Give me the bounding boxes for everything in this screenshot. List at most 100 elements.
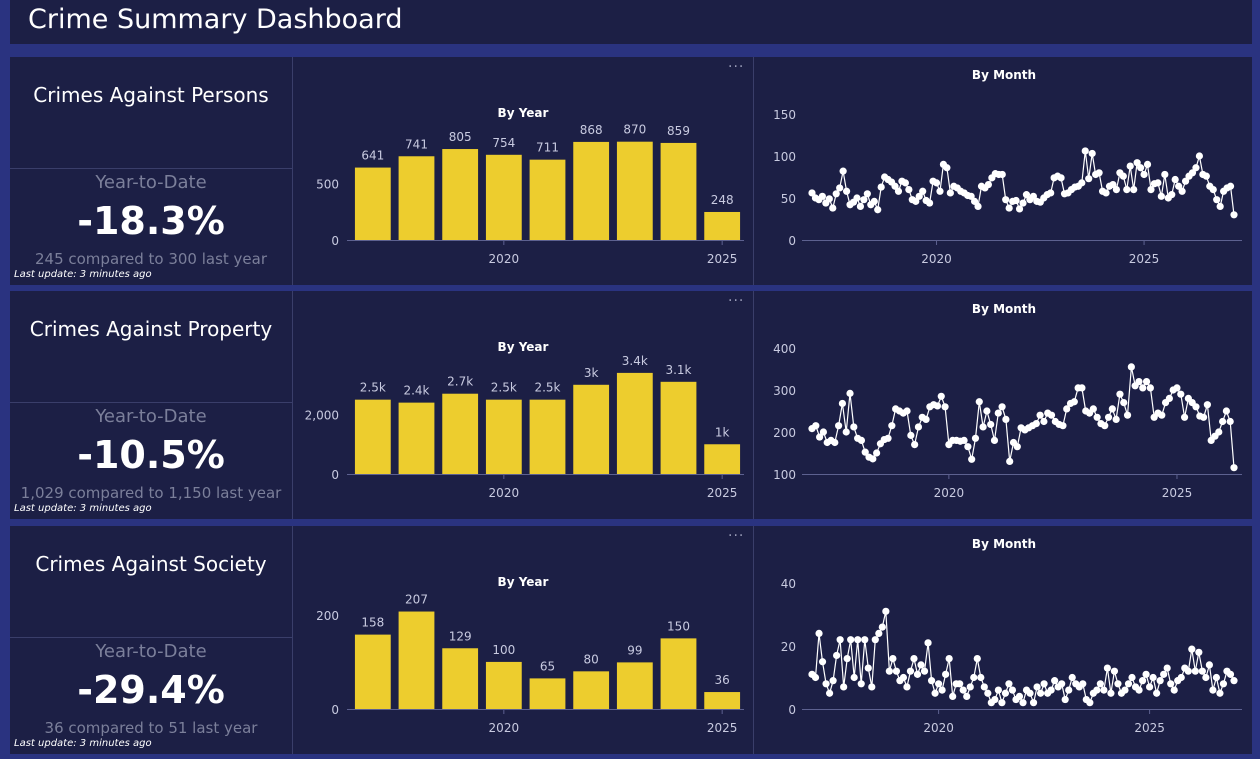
data-point[interactable] bbox=[1202, 172, 1210, 180]
data-point[interactable] bbox=[870, 197, 878, 205]
data-point[interactable] bbox=[850, 423, 858, 431]
data-point[interactable] bbox=[1127, 363, 1135, 371]
bar[interactable] bbox=[442, 149, 479, 240]
data-point[interactable] bbox=[1218, 417, 1227, 426]
data-point[interactable] bbox=[1195, 152, 1204, 160]
data-point[interactable] bbox=[1199, 413, 1208, 421]
data-point[interactable] bbox=[911, 441, 919, 449]
data-point[interactable] bbox=[1191, 667, 1199, 675]
data-point[interactable] bbox=[946, 189, 954, 197]
data-point[interactable] bbox=[1156, 677, 1164, 685]
data-point[interactable] bbox=[1070, 398, 1078, 406]
data-point[interactable] bbox=[842, 428, 850, 436]
bar[interactable] bbox=[616, 662, 653, 709]
data-point[interactable] bbox=[998, 699, 1006, 707]
data-point[interactable] bbox=[1146, 384, 1154, 392]
data-point[interactable] bbox=[1205, 661, 1213, 669]
data-point[interactable] bbox=[1192, 164, 1200, 172]
data-point[interactable] bbox=[1135, 378, 1143, 386]
data-point[interactable] bbox=[980, 683, 988, 691]
data-point[interactable] bbox=[836, 636, 844, 644]
bar[interactable] bbox=[529, 399, 566, 474]
data-point[interactable] bbox=[892, 667, 900, 675]
data-point[interactable] bbox=[914, 423, 923, 431]
data-point[interactable] bbox=[1124, 680, 1133, 688]
bar[interactable] bbox=[660, 381, 697, 474]
data-point[interactable] bbox=[927, 677, 936, 685]
data-point[interactable] bbox=[983, 407, 991, 415]
data-point[interactable] bbox=[1036, 689, 1045, 697]
data-point[interactable] bbox=[1230, 677, 1238, 685]
data-point[interactable] bbox=[1171, 175, 1179, 184]
data-point[interactable] bbox=[1167, 680, 1175, 688]
data-point[interactable] bbox=[811, 673, 820, 682]
data-point[interactable] bbox=[1036, 411, 1044, 419]
data-point[interactable] bbox=[1170, 686, 1178, 694]
data-point[interactable] bbox=[1139, 384, 1147, 392]
data-point[interactable] bbox=[903, 407, 911, 415]
data-point[interactable] bbox=[1061, 695, 1069, 704]
data-point[interactable] bbox=[861, 636, 869, 644]
data-point[interactable] bbox=[1123, 411, 1132, 419]
data-point[interactable] bbox=[994, 686, 1002, 694]
data-point[interactable] bbox=[1101, 422, 1109, 430]
data-point[interactable] bbox=[1120, 399, 1128, 407]
data-point[interactable] bbox=[1015, 692, 1024, 700]
data-point[interactable] bbox=[931, 689, 939, 697]
data-point[interactable] bbox=[1107, 689, 1115, 697]
bar[interactable] bbox=[660, 142, 697, 240]
bar[interactable] bbox=[704, 692, 741, 709]
data-point[interactable] bbox=[1130, 186, 1138, 194]
data-point[interactable] bbox=[1178, 187, 1186, 195]
data-point[interactable] bbox=[1219, 680, 1228, 688]
data-point[interactable] bbox=[836, 184, 844, 192]
data-point[interactable] bbox=[1188, 645, 1196, 653]
data-point[interactable] bbox=[1026, 689, 1034, 697]
data-point[interactable] bbox=[1184, 667, 1192, 675]
data-point[interactable] bbox=[1149, 673, 1157, 682]
data-point[interactable] bbox=[1143, 160, 1152, 168]
data-point[interactable] bbox=[882, 607, 890, 615]
data-point[interactable] bbox=[1226, 417, 1234, 426]
bar[interactable] bbox=[573, 671, 610, 709]
bar[interactable] bbox=[704, 211, 741, 240]
data-point[interactable] bbox=[1212, 673, 1221, 682]
data-point[interactable] bbox=[942, 670, 950, 678]
data-point[interactable] bbox=[815, 629, 823, 637]
data-point[interactable] bbox=[1180, 413, 1189, 421]
data-point[interactable] bbox=[829, 204, 837, 212]
data-point[interactable] bbox=[1040, 417, 1048, 426]
data-point[interactable] bbox=[822, 680, 830, 688]
data-point[interactable] bbox=[1093, 413, 1101, 421]
data-point[interactable] bbox=[1226, 182, 1235, 190]
data-point[interactable] bbox=[838, 399, 847, 408]
data-point[interactable] bbox=[984, 689, 992, 697]
bar[interactable] bbox=[704, 444, 741, 474]
data-point[interactable] bbox=[835, 422, 843, 430]
data-point[interactable] bbox=[1081, 147, 1089, 155]
data-point[interactable] bbox=[812, 422, 820, 430]
data-point[interactable] bbox=[1068, 673, 1076, 682]
data-point[interactable] bbox=[1019, 699, 1027, 707]
data-point[interactable] bbox=[875, 629, 883, 637]
data-point[interactable] bbox=[1119, 172, 1127, 180]
by-year-chart[interactable]: ··· By Year 0 200 158 207 129 100 65 80 99 150 36 202… bbox=[293, 526, 754, 754]
data-point[interactable] bbox=[937, 392, 945, 400]
data-point[interactable] bbox=[932, 179, 941, 187]
data-point[interactable] bbox=[1209, 186, 1217, 194]
data-point[interactable] bbox=[1123, 186, 1131, 194]
data-point[interactable] bbox=[903, 683, 911, 691]
data-point[interactable] bbox=[1142, 670, 1150, 678]
data-point[interactable] bbox=[1135, 686, 1143, 694]
bar[interactable] bbox=[616, 372, 653, 474]
data-point[interactable] bbox=[906, 667, 915, 675]
bar[interactable] bbox=[485, 661, 522, 709]
data-point[interactable] bbox=[1121, 686, 1129, 694]
data-point[interactable] bbox=[857, 436, 866, 444]
data-point[interactable] bbox=[1047, 189, 1055, 197]
bar[interactable] bbox=[529, 159, 566, 240]
data-point[interactable] bbox=[873, 449, 881, 457]
data-point[interactable] bbox=[819, 428, 828, 436]
data-point[interactable] bbox=[956, 680, 964, 688]
data-point[interactable] bbox=[973, 655, 981, 663]
